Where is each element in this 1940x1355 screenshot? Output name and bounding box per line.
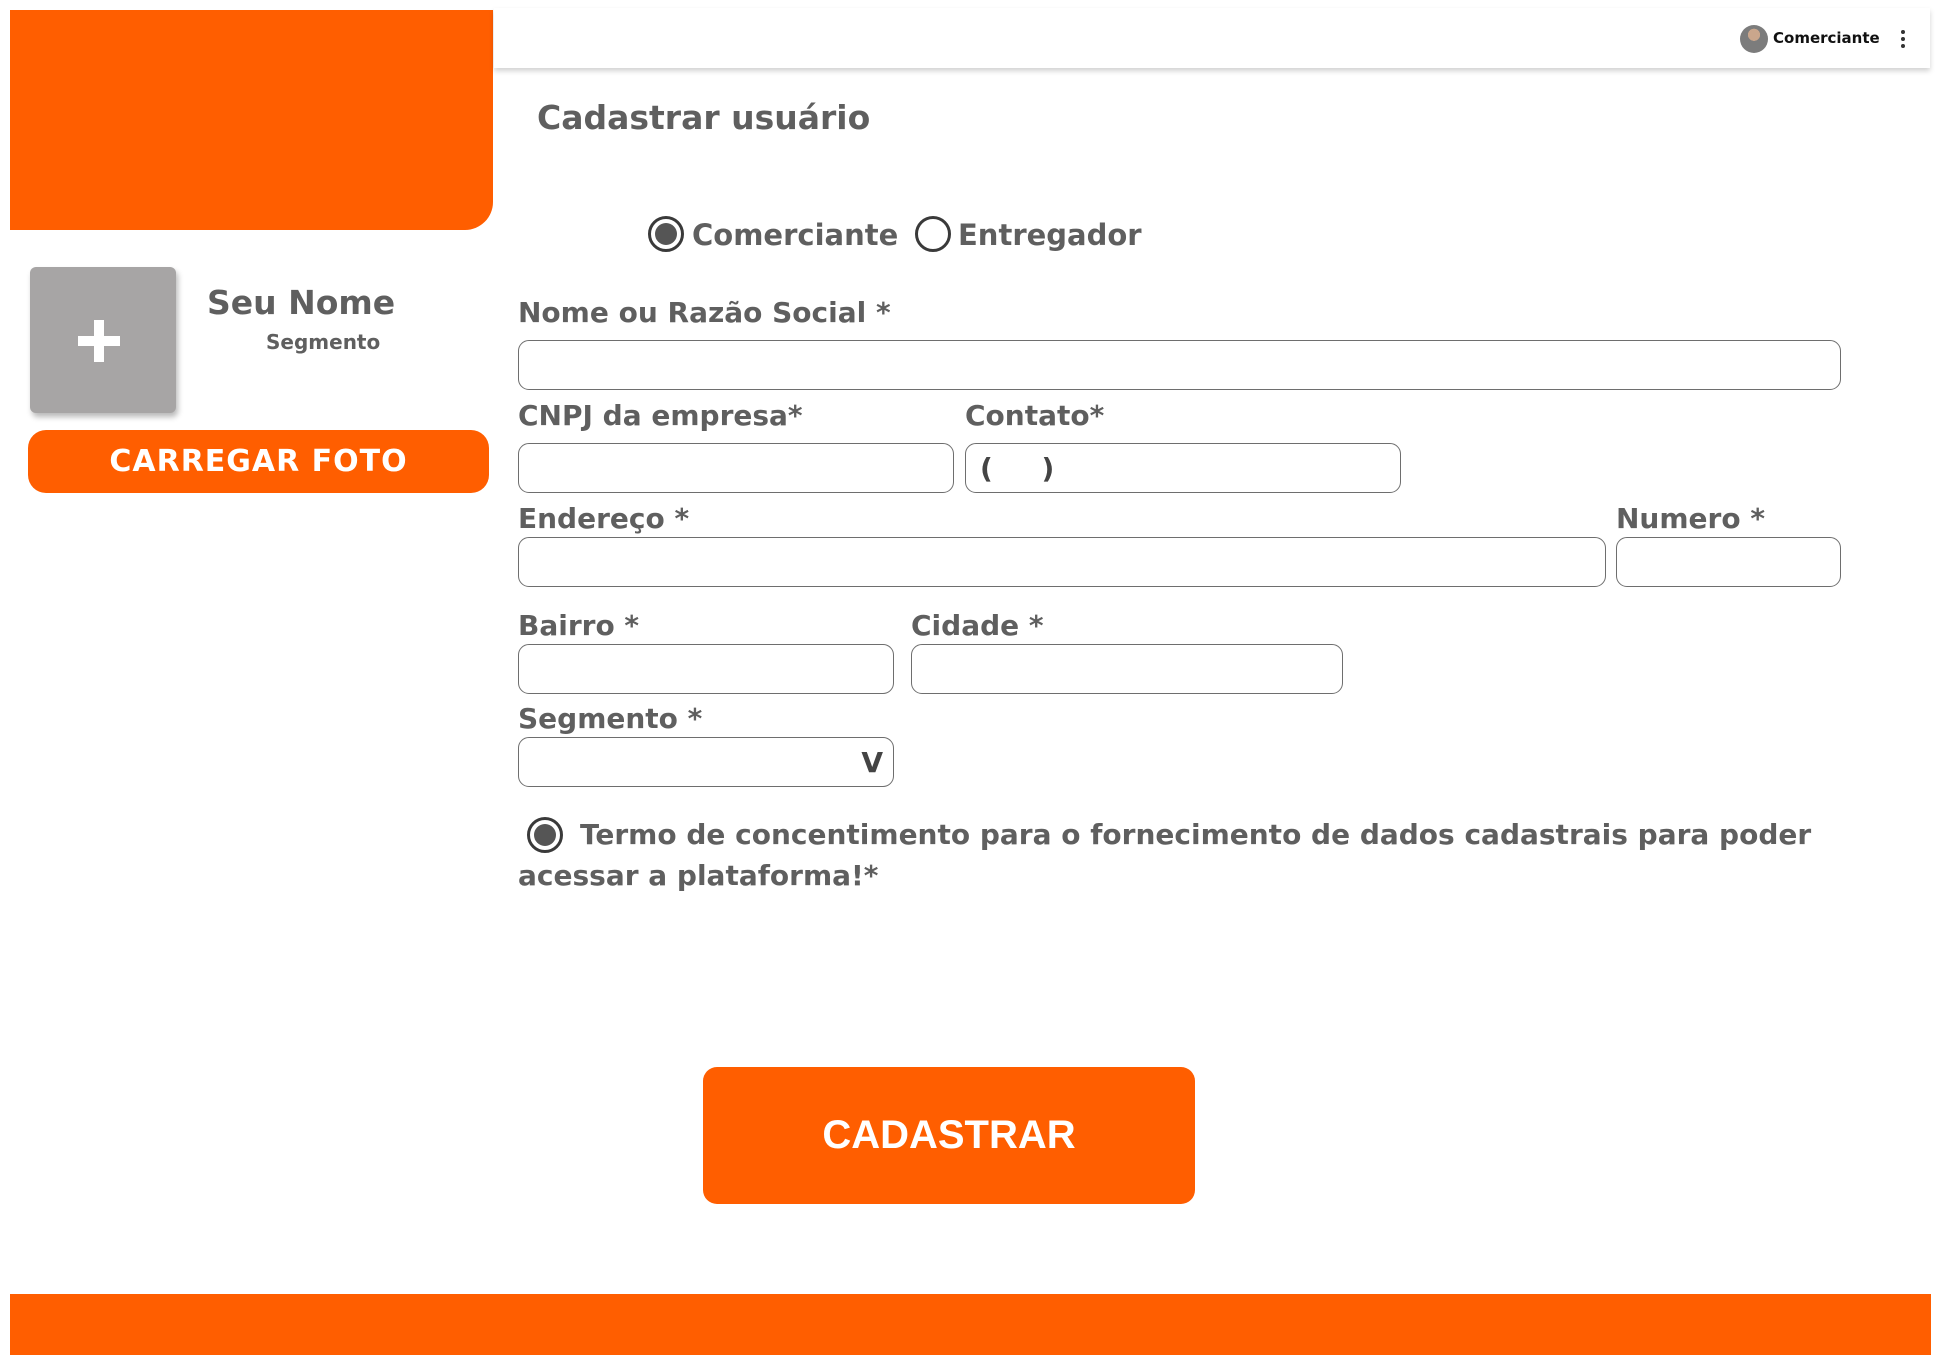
- brand-block: [10, 10, 493, 230]
- district-input[interactable]: [518, 644, 894, 694]
- segment-label: Segmento *: [518, 702, 703, 735]
- name-input[interactable]: [518, 340, 1841, 390]
- address-label: Endereço *: [518, 502, 690, 535]
- footer-bar: [10, 1294, 1931, 1355]
- plus-icon[interactable]: [78, 320, 120, 362]
- profile-name: Seu Nome: [207, 283, 396, 322]
- city-label: Cidade *: [911, 609, 1044, 642]
- menu-dot: [1901, 44, 1905, 48]
- radio-comerciante[interactable]: [648, 216, 684, 252]
- radio-selected-dot: [655, 223, 677, 245]
- consent-text: Termo de concentimento para o fornecimen…: [518, 818, 1812, 892]
- number-input[interactable]: [1616, 537, 1841, 587]
- top-bar: [494, 8, 1930, 68]
- district-label: Bairro *: [518, 609, 640, 642]
- contact-value: ( ): [980, 451, 1055, 485]
- cnpj-label: CNPJ da empresa*: [518, 399, 803, 432]
- number-label: Numero *: [1616, 502, 1765, 535]
- menu-dot: [1901, 37, 1905, 41]
- profile-segment: Segmento: [266, 330, 381, 354]
- more-vert-icon[interactable]: [1896, 26, 1910, 52]
- segment-select[interactable]: V: [518, 737, 894, 787]
- radio-entregador[interactable]: [915, 216, 951, 252]
- city-input[interactable]: [911, 644, 1343, 694]
- user-avatar-icon[interactable]: [1740, 25, 1768, 53]
- chevron-down-icon: V: [861, 745, 883, 779]
- radio-label-comerciante[interactable]: Comerciante: [692, 218, 898, 252]
- radio-label-entregador[interactable]: Entregador: [958, 218, 1142, 252]
- upload-photo-button[interactable]: CARREGAR FOTO: [28, 430, 489, 493]
- name-label: Nome ou Razão Social *: [518, 296, 891, 329]
- address-input[interactable]: [518, 537, 1606, 587]
- menu-dot: [1901, 30, 1905, 34]
- page-title: Cadastrar usuário: [537, 98, 871, 137]
- contact-label: Contato*: [965, 399, 1105, 432]
- user-name[interactable]: Comerciante: [1773, 29, 1880, 47]
- submit-button[interactable]: CADASTRAR: [703, 1067, 1195, 1204]
- contact-input[interactable]: ( ): [965, 443, 1401, 493]
- cnpj-input[interactable]: [518, 443, 954, 493]
